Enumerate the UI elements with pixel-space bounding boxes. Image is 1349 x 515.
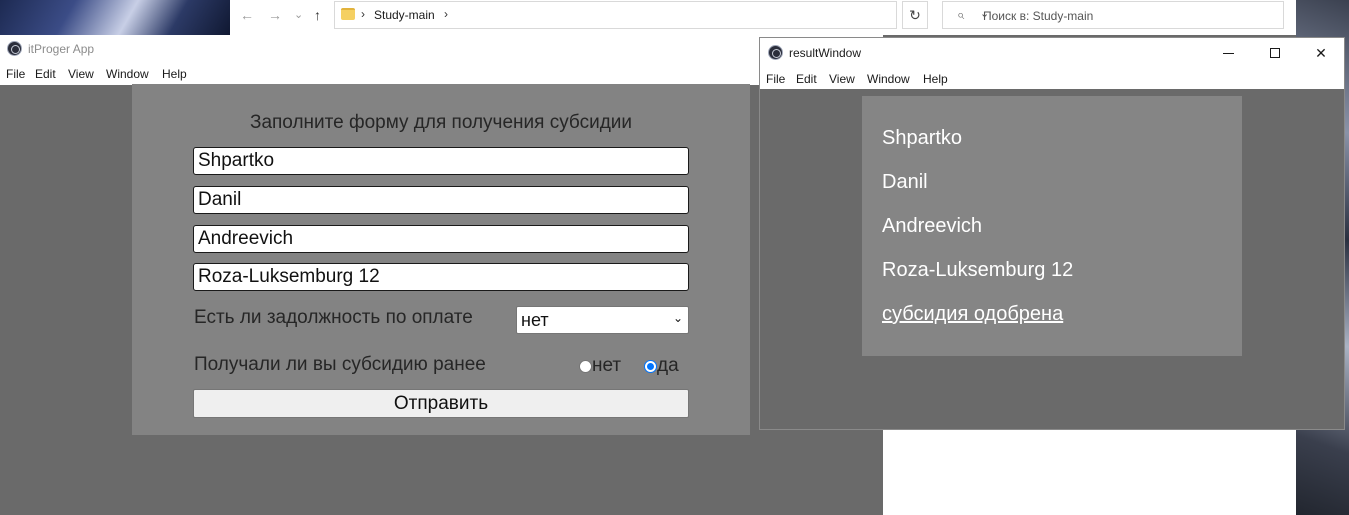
subsidy-form: Заполните форму для получения субсидии Е… xyxy=(132,84,750,435)
menu-view[interactable]: View xyxy=(829,72,855,86)
app-title: itProger App xyxy=(28,42,95,56)
menu-edit[interactable]: Edit xyxy=(35,67,56,81)
background-window xyxy=(883,425,1296,515)
menu-edit[interactable]: Edit xyxy=(796,72,817,86)
result-patronymic: Andreevich xyxy=(882,215,983,237)
name-input[interactable] xyxy=(193,186,689,214)
close-button[interactable]: ✕ xyxy=(1298,38,1344,68)
surname-input[interactable] xyxy=(193,147,689,175)
radio-yes-label[interactable]: да xyxy=(657,355,679,377)
menu-window[interactable]: Window xyxy=(106,67,149,81)
breadcrumb-folder[interactable]: Study-main xyxy=(374,8,435,22)
app-window: itProger App File Edit View Window Help … xyxy=(0,35,883,515)
app-titlebar[interactable]: itProger App xyxy=(0,35,883,63)
menu-window[interactable]: Window xyxy=(867,72,910,86)
close-icon: ✕ xyxy=(1315,45,1327,61)
menu-file[interactable]: File xyxy=(6,67,25,81)
folder-icon xyxy=(341,8,355,20)
result-panel: Shpartko Danil Andreevich Roza-Luksembur… xyxy=(862,96,1242,356)
minimize-button[interactable] xyxy=(1206,38,1252,68)
maximize-button[interactable] xyxy=(1252,38,1298,68)
radio-no[interactable] xyxy=(579,360,592,373)
file-explorer-window: ← → ⌄ ↑ › Study-main › ⌄ ↻ ⌕ Поиск в: St… xyxy=(230,0,1296,35)
address-bar[interactable]: › Study-main › ⌄ xyxy=(334,1,989,29)
breadcrumb-chevron-icon[interactable]: › xyxy=(444,7,448,21)
chevron-down-icon: ⌄ xyxy=(672,311,683,325)
menu-view[interactable]: View xyxy=(68,67,94,81)
radio-yes[interactable] xyxy=(644,360,657,373)
minimize-icon xyxy=(1223,53,1234,54)
address-input[interactable] xyxy=(193,263,689,291)
recent-locations-icon[interactable]: ⌄ xyxy=(294,6,303,24)
subsidy-label: Получали ли вы субсидию ранее xyxy=(194,354,486,375)
breadcrumb-separator-icon: › xyxy=(361,7,365,21)
desktop-wallpaper xyxy=(0,0,230,38)
result-name: Danil xyxy=(882,171,928,193)
result-surname: Shpartko xyxy=(882,127,963,149)
patronymic-input[interactable] xyxy=(193,225,689,253)
menu-help[interactable]: Help xyxy=(162,67,187,81)
result-address: Roza-Luksemburg 12 xyxy=(882,259,1074,281)
result-status-link[interactable]: субсидия одобрена xyxy=(882,303,1063,326)
submit-button[interactable]: Отправить xyxy=(193,389,689,418)
app-logo-icon xyxy=(768,45,783,60)
maximize-icon xyxy=(1270,48,1280,58)
search-box[interactable]: ⌕ Поиск в: Study-main xyxy=(942,1,1284,29)
search-placeholder: Поиск в: Study-main xyxy=(983,9,1094,23)
back-arrow-icon[interactable]: ← xyxy=(240,6,254,24)
result-window-title: resultWindow xyxy=(789,46,862,60)
result-window: resultWindow ✕ File Edit View Window Hel… xyxy=(759,37,1345,430)
debt-select[interactable]: нет ⌄ xyxy=(516,306,689,334)
result-titlebar[interactable]: resultWindow ✕ xyxy=(760,38,1344,68)
app-menubar: File Edit View Window Help xyxy=(0,63,883,85)
up-arrow-icon[interactable]: ↑ xyxy=(314,6,321,24)
menu-file[interactable]: File xyxy=(766,72,785,86)
menu-help[interactable]: Help xyxy=(923,72,948,86)
form-title: Заполните форму для получения субсидии xyxy=(249,112,633,133)
debt-label: Есть ли задолжность по оплате xyxy=(194,307,473,328)
debt-select-value: нет xyxy=(521,310,549,330)
refresh-button[interactable]: ↻ xyxy=(902,1,928,29)
search-icon: ⌕ xyxy=(957,7,965,22)
result-menubar: File Edit View Window Help xyxy=(760,68,1344,89)
app-logo-icon xyxy=(7,41,22,56)
radio-no-label[interactable]: нет xyxy=(592,355,621,377)
forward-arrow-icon[interactable]: → xyxy=(268,6,282,24)
